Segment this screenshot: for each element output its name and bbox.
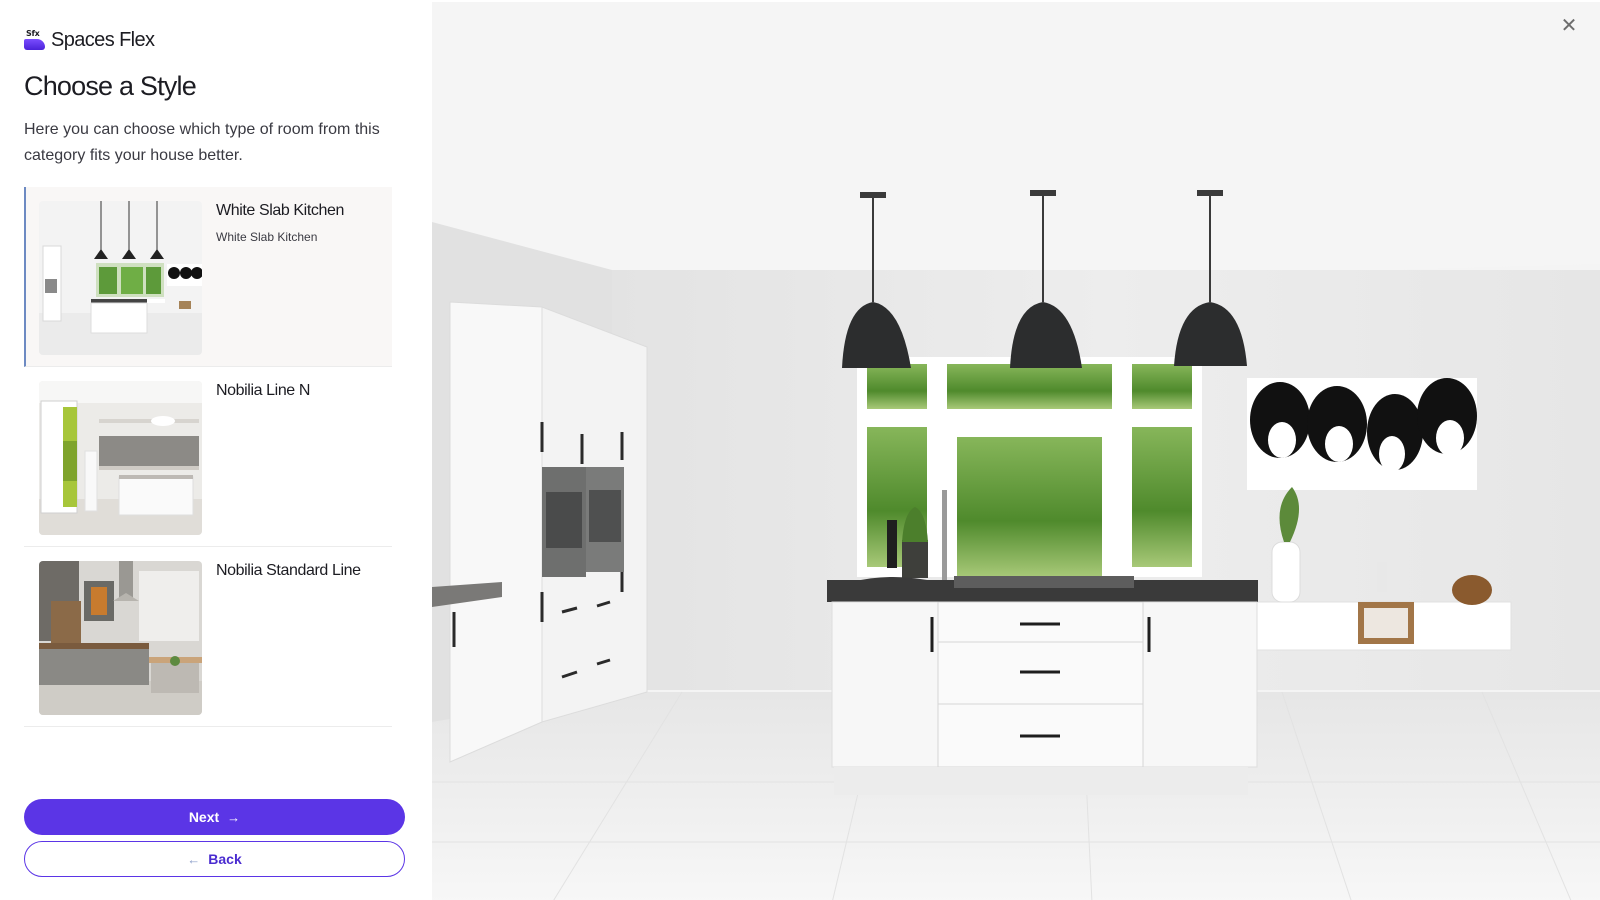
style-option-nobilia-standard-line[interactable]: Nobilia Standard Line (24, 547, 392, 727)
back-button-label: Back (208, 851, 242, 867)
arrow-right-icon: → (227, 809, 241, 825)
style-option-name: Nobilia Line N (216, 382, 311, 399)
brand-name: Spaces Flex (51, 28, 155, 51)
style-option-subtitle: White Slab Kitchen (216, 230, 318, 244)
page-title: Choose a Style (24, 71, 197, 101)
style-option-nobilia-line-n[interactable]: Nobilia Line N (24, 367, 392, 547)
style-list: White Slab Kitchen White Slab Kitchen No… (24, 187, 392, 727)
style-preview-image: ✕ (432, 2, 1600, 900)
logo-mark-text: Sfx (26, 29, 40, 38)
style-option-name: Nobilia Standard Line (216, 562, 361, 579)
kitchen-render-image (432, 2, 1600, 900)
close-icon[interactable]: ✕ (1556, 12, 1582, 38)
spaces-flex-logo-icon: Sfx (24, 29, 45, 51)
style-option-name: White Slab Kitchen (216, 202, 344, 219)
style-panel: Sfx Spaces Flex Choose a Style Here you … (0, 0, 432, 900)
next-button[interactable]: Next → (24, 799, 405, 835)
style-thumbnail (39, 201, 202, 355)
next-button-label: Next (188, 809, 220, 825)
style-thumbnail (39, 381, 202, 535)
style-thumbnail (39, 561, 202, 715)
back-button[interactable]: ← Back (24, 841, 405, 877)
page-description: Here you can choose which type of room f… (24, 121, 380, 164)
brand: Sfx Spaces Flex (24, 27, 155, 53)
arrow-left-icon: ← (187, 851, 201, 867)
style-option-white-slab-kitchen[interactable]: White Slab Kitchen White Slab Kitchen (24, 187, 392, 367)
